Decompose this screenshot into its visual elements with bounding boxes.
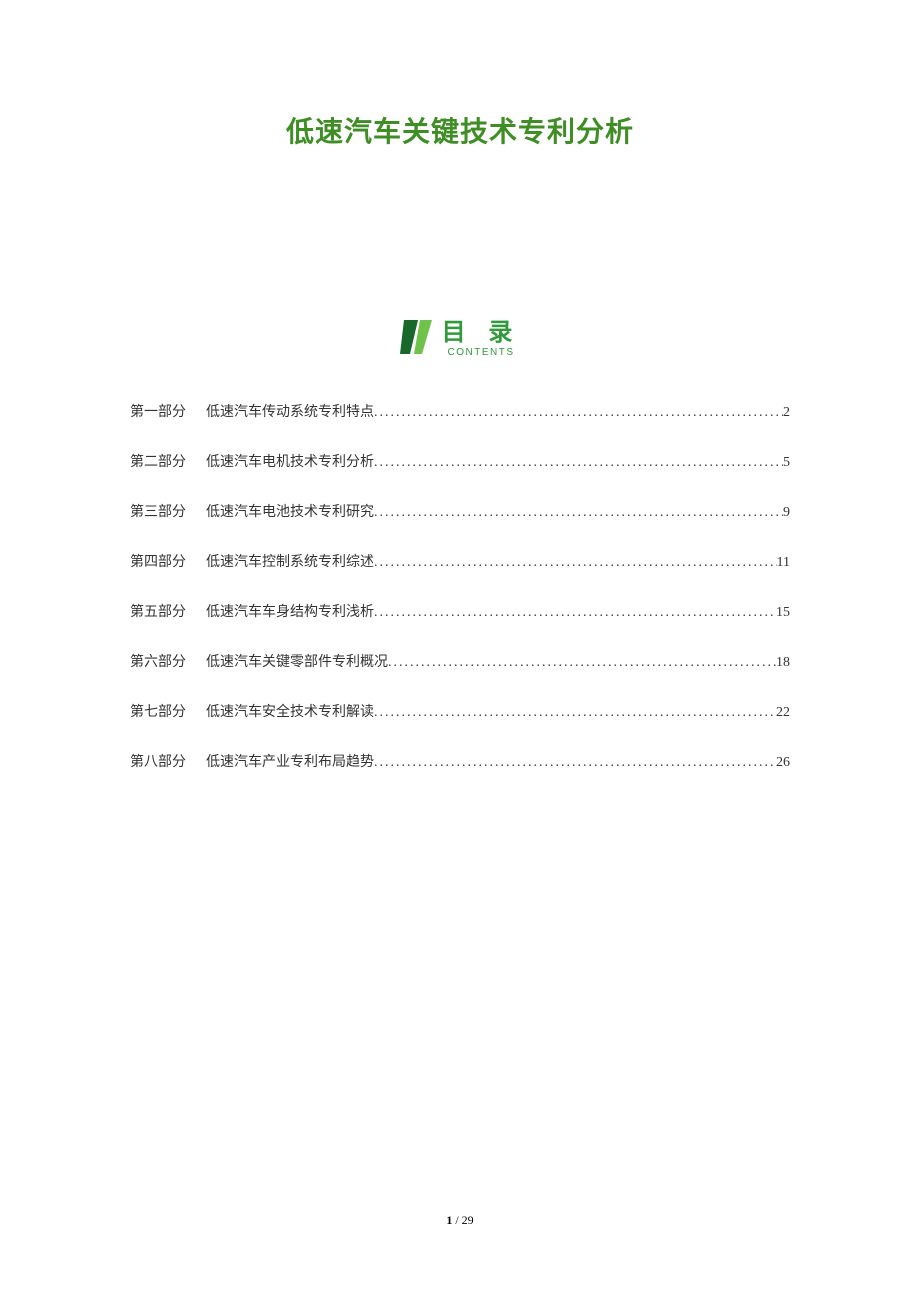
toc-leader: ........................................… <box>374 705 776 721</box>
toc-header-text: 目 录 CONTENTS <box>442 321 521 358</box>
toc-desc: 低速汽车安全技术专利解读 <box>206 701 374 721</box>
toc-page-number: 18 <box>776 655 790 671</box>
toc-leader: ........................................… <box>374 455 783 471</box>
toc-page-number: 26 <box>776 755 790 771</box>
page-content: 低速汽车关键技术专利分析 目 录 CONTENTS 第一部分低速汽车传动系统专利… <box>0 0 920 771</box>
toc-row: 第二部分低速汽车电机技术专利分析........................… <box>130 451 790 471</box>
toc-row: 第三部分低速汽车电池技术专利研究........................… <box>130 501 790 521</box>
toc-leader: ........................................… <box>374 555 777 571</box>
toc-page-number: 2 <box>783 405 790 421</box>
toc-header: 目 录 CONTENTS <box>130 320 790 359</box>
toc-leader: ........................................… <box>374 405 783 421</box>
toc-subtitle: CONTENTS <box>447 348 514 358</box>
toc-part-label: 第六部分 <box>130 651 186 671</box>
toc-desc: 低速汽车电机技术专利分析 <box>206 451 374 471</box>
toc-desc: 低速汽车传动系统专利特点 <box>206 401 374 421</box>
toc-desc: 低速汽车产业专利布局趋势 <box>206 751 374 771</box>
toc-row: 第八部分低速汽车产业专利布局趋势........................… <box>130 751 790 771</box>
toc-row: 第七部分低速汽车安全技术专利解读........................… <box>130 701 790 721</box>
toc-desc: 低速汽车控制系统专利综述 <box>206 551 374 571</box>
toc-leader: ........................................… <box>374 755 776 771</box>
toc-page-number: 11 <box>777 555 790 571</box>
toc-row: 第六部分低速汽车关键零部件专利概况.......................… <box>130 651 790 671</box>
toc-part-label: 第三部分 <box>130 501 186 521</box>
toc-desc: 低速汽车关键零部件专利概况 <box>206 651 388 671</box>
toc-row: 第一部分低速汽车传动系统专利特点........................… <box>130 401 790 421</box>
toc-decoration-icon <box>400 320 432 359</box>
toc-desc: 低速汽车电池技术专利研究 <box>206 501 374 521</box>
toc-desc: 低速汽车车身结构专利浅析 <box>206 601 374 621</box>
toc-page-number: 9 <box>783 505 790 521</box>
toc-leader: ........................................… <box>388 655 776 671</box>
toc-part-label: 第二部分 <box>130 451 186 471</box>
toc-leader: ........................................… <box>374 505 783 521</box>
page-footer: 1 / 29 <box>0 1213 920 1228</box>
toc-part-label: 第七部分 <box>130 701 186 721</box>
toc-list: 第一部分低速汽车传动系统专利特点........................… <box>130 401 790 771</box>
toc-part-label: 第八部分 <box>130 751 186 771</box>
toc-row: 第四部分低速汽车控制系统专利综述........................… <box>130 551 790 571</box>
toc-part-label: 第五部分 <box>130 601 186 621</box>
page-total: 29 <box>462 1213 474 1227</box>
toc-part-label: 第一部分 <box>130 401 186 421</box>
toc-part-label: 第四部分 <box>130 551 186 571</box>
page-sep: / <box>452 1213 461 1227</box>
toc-page-number: 22 <box>776 705 790 721</box>
document-title: 低速汽车关键技术专利分析 <box>130 110 790 150</box>
toc-title: 目 录 <box>442 321 521 345</box>
toc-leader: ........................................… <box>374 605 776 621</box>
toc-page-number: 15 <box>776 605 790 621</box>
toc-row: 第五部分低速汽车车身结构专利浅析........................… <box>130 601 790 621</box>
toc-page-number: 5 <box>783 455 790 471</box>
